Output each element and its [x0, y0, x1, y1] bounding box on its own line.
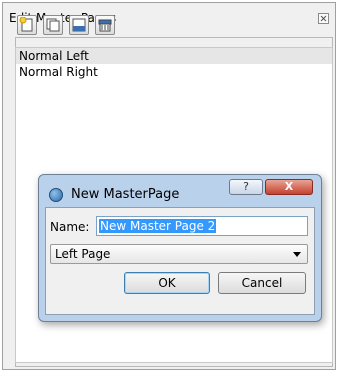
close-icon[interactable]: X	[265, 179, 313, 195]
dialog-body: Name: New Master Page 2 Left Page OK Can…	[45, 207, 315, 315]
name-input-value: New Master Page 2	[99, 219, 217, 233]
panel-close-icon[interactable]	[318, 13, 329, 24]
name-input[interactable]: New Master Page 2	[96, 216, 308, 236]
new-masterpage-dialog: New MasterPage ? X Name: New Master Page…	[38, 174, 322, 322]
import-page-icon	[72, 18, 86, 32]
dialog-title: New MasterPage	[71, 187, 180, 202]
ok-button[interactable]: OK	[124, 272, 210, 294]
app-icon	[49, 188, 63, 202]
page-type-value: Left Page	[55, 247, 111, 261]
list-item[interactable]: Normal Right	[16, 64, 332, 80]
new-page-button[interactable]	[17, 15, 37, 35]
import-page-button[interactable]	[69, 15, 89, 35]
help-button[interactable]: ?	[229, 179, 263, 195]
chevron-down-icon	[293, 252, 301, 257]
list-item[interactable]: Normal Left	[16, 48, 332, 64]
page-type-select[interactable]: Left Page	[50, 244, 308, 264]
duplicate-page-button[interactable]	[43, 15, 63, 35]
new-page-icon	[19, 17, 33, 32]
delete-page-button[interactable]	[95, 15, 115, 35]
cancel-button[interactable]: Cancel	[218, 272, 306, 294]
name-label: Name:	[50, 220, 90, 234]
toolbar	[17, 15, 115, 37]
delete-page-icon	[98, 19, 112, 32]
duplicate-page-icon	[46, 18, 60, 32]
